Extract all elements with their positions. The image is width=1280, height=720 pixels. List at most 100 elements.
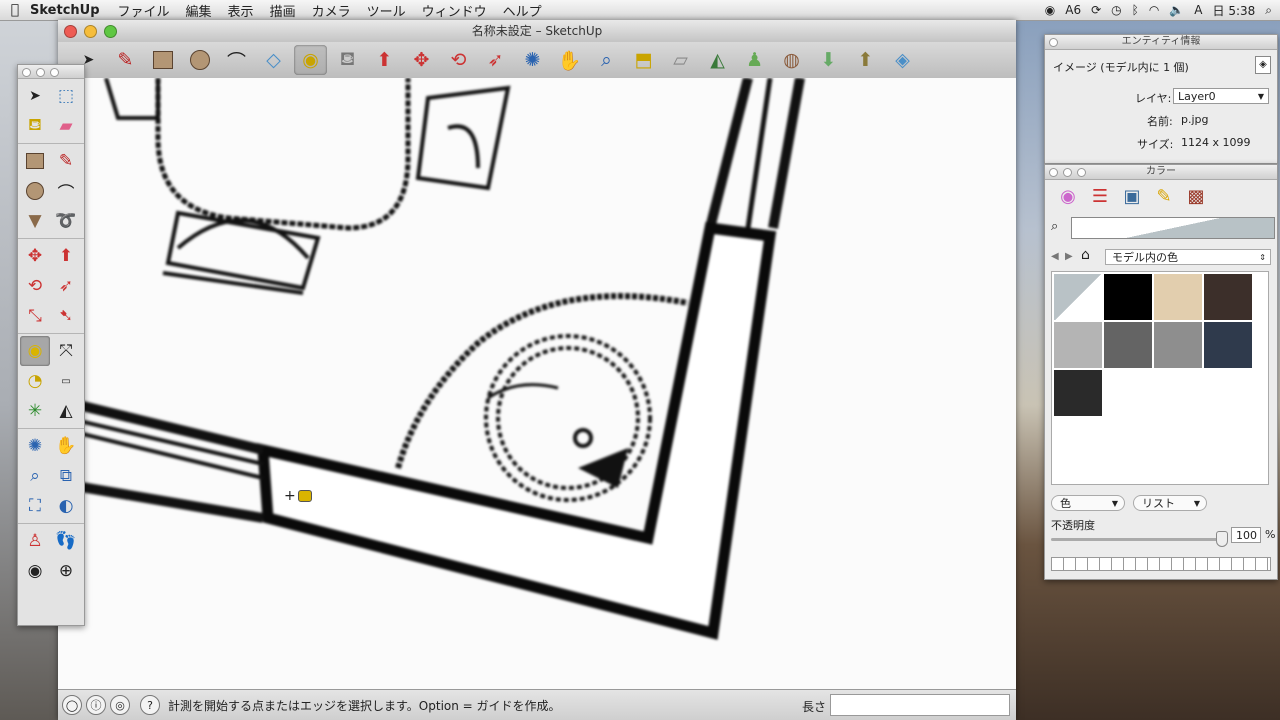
color-swatch[interactable] <box>1204 274 1252 320</box>
library-select[interactable]: モデル内の色 ⇕ <box>1105 249 1271 265</box>
move-tool-icon[interactable]: ✥ <box>405 45 438 75</box>
clock[interactable]: 日 5:38 <box>1213 2 1256 19</box>
zoom-window-tool-icon[interactable]: ⧉ <box>51 461 81 491</box>
zoom-tool-icon[interactable]: ⌕ <box>20 461 50 491</box>
colors-close-button[interactable] <box>1049 168 1058 177</box>
scale-tool-icon[interactable]: ⤡ <box>20 301 50 331</box>
move-tool-icon[interactable]: ✥ <box>20 241 50 271</box>
input-source-indicator[interactable]: A6 <box>1065 3 1081 17</box>
geo-location-icon[interactable]: ◯ <box>62 695 82 715</box>
measurements-field[interactable] <box>830 694 1010 716</box>
dimension-tool-icon[interactable]: ⤧ <box>51 336 81 366</box>
crayons-icon[interactable]: ✎ <box>1151 184 1177 208</box>
drawing-canvas[interactable]: + <box>58 78 1016 690</box>
menu-draw[interactable]: 描画 <box>270 1 296 20</box>
color-mode-select[interactable]: 色 ▼ <box>1051 495 1125 511</box>
get-models-tool-icon[interactable]: ◍ <box>775 45 808 75</box>
freehand-tool-icon[interactable]: ➰ <box>51 206 81 236</box>
close-button[interactable] <box>64 25 77 38</box>
opacity-slider[interactable] <box>1051 538 1221 541</box>
walk-tool-icon[interactable]: 👣 <box>51 526 81 556</box>
menu-view[interactable]: 表示 <box>228 1 254 20</box>
home-icon[interactable]: ⌂ <box>1081 247 1090 263</box>
color-swatch[interactable] <box>1154 274 1202 320</box>
volume-icon[interactable]: 🔈 <box>1169 3 1184 17</box>
3d-text-tool-icon[interactable]: ◭ <box>51 396 81 426</box>
time-machine-icon[interactable]: ◷ <box>1111 3 1121 17</box>
zoom-extents-tool-icon[interactable]: ⬒ <box>627 45 660 75</box>
color-swatch[interactable] <box>1104 274 1152 320</box>
color-sliders-icon[interactable]: ☰ <box>1087 184 1113 208</box>
text-input-icon[interactable]: A <box>1194 3 1202 17</box>
push-pull-tool-icon[interactable]: ⬆ <box>368 45 401 75</box>
sync-icon[interactable]: ⟳ <box>1091 3 1101 17</box>
zoom-button[interactable] <box>104 25 117 38</box>
arc-tool-icon[interactable]: ⌒ <box>51 176 81 206</box>
eraser-tool-icon[interactable]: ▰ <box>51 111 81 141</box>
apple-menu-icon[interactable]:  <box>0 2 30 18</box>
layer-select[interactable]: Layer0 ▼ <box>1173 88 1269 104</box>
palette-minimize-button[interactable] <box>36 68 45 77</box>
section-plane-tool-icon[interactable]: ⊕ <box>51 556 81 586</box>
share-model-tool-icon[interactable]: ⬇ <box>812 45 845 75</box>
menu-help[interactable]: ヘルプ <box>503 1 542 20</box>
forward-arrow-icon[interactable]: ▶ <box>1065 251 1073 262</box>
color-swatch[interactable] <box>1104 322 1152 368</box>
offset-tool-icon[interactable]: ➷ <box>51 301 81 331</box>
panel-resize-ruler[interactable] <box>1051 557 1271 571</box>
view-mode-select[interactable]: リスト ▼ <box>1133 495 1207 511</box>
user-icon[interactable]: ◎ <box>110 695 130 715</box>
pan-tool-icon[interactable]: ✋ <box>553 45 586 75</box>
back-arrow-icon[interactable]: ◀ <box>1051 251 1059 262</box>
follow-me-tool-icon[interactable]: ➶ <box>479 45 512 75</box>
colors-zoom-button[interactable] <box>1077 168 1086 177</box>
opacity-slider-knob[interactable] <box>1216 531 1228 547</box>
arc-tool-icon[interactable]: ⌒ <box>220 45 253 75</box>
tape-measure-tool-icon[interactable]: ◉ <box>294 45 327 75</box>
rectangle-tool-icon[interactable] <box>146 45 179 75</box>
rotate-tool-icon[interactable]: ⟲ <box>20 271 50 301</box>
brick-material-icon[interactable]: ▩ <box>1183 184 1209 208</box>
orbit-tool-icon[interactable]: ✺ <box>20 431 50 461</box>
menu-file[interactable]: ファイル <box>118 1 170 20</box>
name-value[interactable]: p.jpg <box>1181 113 1209 126</box>
image-type-icon[interactable]: ◈ <box>1255 56 1271 74</box>
entity-info-close-button[interactable] <box>1049 38 1058 47</box>
axes-tool-icon[interactable]: ✳ <box>20 396 50 426</box>
google-earth-tool-icon[interactable]: ♟ <box>738 45 771 75</box>
pencil-tool-icon[interactable]: ✎ <box>109 45 142 75</box>
eraser-tool-icon[interactable]: ◇ <box>257 45 290 75</box>
menu-edit[interactable]: 編集 <box>186 1 212 20</box>
look-around-tool-icon[interactable]: ◉ <box>20 556 50 586</box>
palette-close-button[interactable] <box>22 68 31 77</box>
orbit-tool-icon[interactable]: ✺ <box>516 45 549 75</box>
color-swatch[interactable] <box>1054 370 1102 416</box>
share-component-tool-icon[interactable]: ⬆ <box>849 45 882 75</box>
opacity-field[interactable]: 100 <box>1231 527 1261 543</box>
position-camera-tool-icon[interactable]: ♙ <box>20 526 50 556</box>
polygon-tool-icon[interactable]: ▼ <box>20 206 50 236</box>
previous-view-tool-icon[interactable]: ▱ <box>664 45 697 75</box>
circle-tool-icon[interactable] <box>183 45 216 75</box>
color-swatch[interactable] <box>1054 322 1102 368</box>
zoom-extents-tool-icon[interactable]: ⛶ <box>20 491 50 521</box>
zoom-tool-icon[interactable]: ⌕ <box>590 45 623 75</box>
paint-bucket-tool-icon[interactable]: ⛾ <box>20 111 50 141</box>
text-tool-icon[interactable]: ▭ <box>51 366 81 396</box>
tape-measure-tool-icon[interactable]: ◉ <box>20 336 50 366</box>
menu-camera[interactable]: カメラ <box>312 1 351 20</box>
rectangle-tool-icon[interactable] <box>20 146 50 176</box>
follow-me-tool-icon[interactable]: ➶ <box>51 271 81 301</box>
help-icon[interactable]: ? <box>140 695 160 715</box>
app-menu[interactable]: SketchUp <box>30 3 100 18</box>
globe-icon[interactable]: ◉ <box>1045 3 1055 17</box>
previous-view-tool-icon[interactable]: ◐ <box>51 491 81 521</box>
circle-tool-icon[interactable] <box>20 176 50 206</box>
paint-bucket-tool-icon[interactable]: ⛾ <box>331 45 364 75</box>
menu-tools[interactable]: ツール <box>367 1 406 20</box>
rotate-tool-icon[interactable]: ⟲ <box>442 45 475 75</box>
credits-icon[interactable]: ⓘ <box>86 695 106 715</box>
colors-minimize-button[interactable] <box>1063 168 1072 177</box>
pan-tool-icon[interactable]: ✋ <box>51 431 81 461</box>
wifi-icon[interactable]: ◠ <box>1149 3 1159 17</box>
